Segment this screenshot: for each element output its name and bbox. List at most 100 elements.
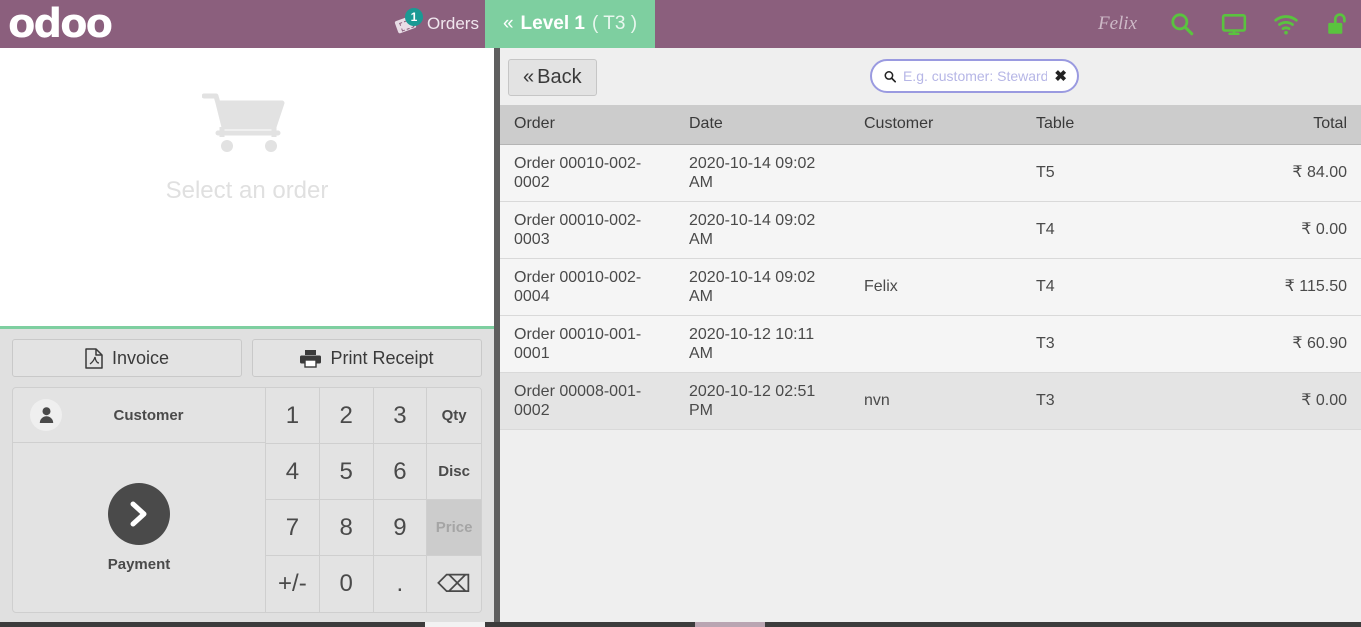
table-row[interactable]: Order 00010-002-0002 2020-10-14 09:02 AM…	[500, 144, 1361, 201]
numpad-key-3[interactable]: 3	[374, 388, 428, 444]
top-bar: odoo 1 Orders « Level 1 ( T3 ) Felix	[0, 0, 1361, 48]
cell-total: ₹ 84.00	[1202, 144, 1361, 201]
orders-table: Order Date Customer Table Total Order 00…	[500, 105, 1361, 430]
orders-table-body: Order 00010-002-0002 2020-10-14 09:02 AM…	[500, 144, 1361, 429]
print-receipt-button[interactable]: Print Receipt	[252, 339, 482, 377]
chevron-right-icon	[126, 500, 152, 528]
unlock-icon[interactable]	[1325, 11, 1351, 37]
order-list-panel: « Back ✖ Order Date Customer Table Total	[500, 48, 1361, 627]
topbar-right-group: Felix	[1098, 0, 1351, 48]
cell-total: ₹ 0.00	[1202, 201, 1361, 258]
payment-button[interactable]: Payment	[13, 443, 265, 612]
numpad-key-2[interactable]: 2	[320, 388, 374, 444]
cell-table: T4	[1022, 258, 1202, 315]
numpad-key-4[interactable]: 4	[266, 444, 320, 500]
odoo-logo[interactable]: odoo	[8, 4, 111, 44]
empty-order-placeholder: Select an order	[0, 48, 494, 326]
taskbar-segment	[695, 622, 765, 627]
order-search-box[interactable]: ✖	[870, 59, 1079, 93]
orders-icon: 1	[396, 12, 420, 36]
cell-date: 2020-10-14 09:02 AM	[675, 258, 850, 315]
table-row[interactable]: Order 00010-002-0004 2020-10-14 09:02 AM…	[500, 258, 1361, 315]
printer-icon	[300, 349, 321, 368]
cell-date: 2020-10-14 09:02 AM	[675, 201, 850, 258]
person-icon	[30, 399, 62, 431]
cell-order: Order 00010-002-0002	[500, 144, 675, 201]
customer-button[interactable]: Customer	[13, 388, 265, 443]
numpad-key-sign[interactable]: +/-	[266, 556, 320, 612]
cell-table: T4	[1022, 201, 1202, 258]
cell-date: 2020-10-14 09:02 AM	[675, 144, 850, 201]
numpad-key-price[interactable]: Price	[427, 500, 481, 556]
empty-order-content: Select an order	[0, 93, 494, 205]
level-tab-name: Level 1	[521, 13, 585, 35]
taskbar-segment	[425, 622, 485, 627]
table-row[interactable]: Order 00010-002-0003 2020-10-14 09:02 AM…	[500, 201, 1361, 258]
order-list-toolbar: « Back ✖	[500, 48, 1361, 105]
order-action-buttons: Invoice Print Receipt	[12, 339, 482, 377]
numpad-key-1[interactable]: 1	[266, 388, 320, 444]
payment-button-label: Payment	[108, 556, 171, 573]
wifi-icon[interactable]	[1273, 11, 1299, 37]
numpad-key-qty[interactable]: Qty	[427, 388, 481, 444]
empty-order-text: Select an order	[166, 177, 329, 205]
numpad-key-0[interactable]: 0	[320, 556, 374, 612]
orders-count-badge: 1	[405, 8, 423, 26]
numpad-key-5[interactable]: 5	[320, 444, 374, 500]
search-icon	[884, 69, 896, 84]
numpad-key-decimal[interactable]: .	[374, 556, 428, 612]
table-header-row: Order Date Customer Table Total	[500, 105, 1361, 144]
clear-x-icon[interactable]: ✖	[1054, 67, 1067, 85]
cell-customer	[850, 144, 1022, 201]
column-header-order[interactable]: Order	[500, 105, 675, 144]
cell-date: 2020-10-12 02:51 PM	[675, 372, 850, 429]
table-row[interactable]: Order 00008-001-0002 2020-10-12 02:51 PM…	[500, 372, 1361, 429]
table-row[interactable]: Order 00010-001-0001 2020-10-12 10:11 AM…	[500, 315, 1361, 372]
numpad-area: Customer Payment 1 2 3 Qty 4 5	[12, 387, 482, 613]
cell-order: Order 00010-001-0001	[500, 315, 675, 372]
cell-customer: Felix	[850, 258, 1022, 315]
tab-level-1[interactable]: « Level 1 ( T3 )	[485, 0, 655, 48]
search-icon[interactable]	[1169, 11, 1195, 37]
search-input[interactable]	[903, 68, 1047, 84]
numpad-keys: 1 2 3 Qty 4 5 6 Disc 7 8 9 Price +/- 0 .…	[266, 388, 481, 612]
cell-order: Order 00010-002-0004	[500, 258, 675, 315]
order-actions-pane: Invoice Print Receipt	[0, 329, 494, 627]
user-name: Felix	[1098, 13, 1137, 35]
column-header-date[interactable]: Date	[675, 105, 850, 144]
numpad-key-8[interactable]: 8	[320, 500, 374, 556]
numpad-key-6[interactable]: 6	[374, 444, 428, 500]
invoice-button[interactable]: Invoice	[12, 339, 242, 377]
numpad-left-column: Customer Payment	[13, 388, 266, 612]
orders-label: Orders	[427, 14, 479, 34]
browser-taskbar-strip	[0, 622, 1361, 627]
orders-button[interactable]: 1 Orders	[390, 0, 485, 48]
cell-total: ₹ 0.00	[1202, 372, 1361, 429]
backspace-icon[interactable]: ⌫	[427, 556, 481, 612]
cell-customer	[850, 201, 1022, 258]
payment-circle	[108, 483, 170, 545]
topbar-center-group: 1 Orders « Level 1 ( T3 )	[390, 0, 655, 48]
cell-customer: nvn	[850, 372, 1022, 429]
invoice-button-label: Invoice	[112, 348, 169, 369]
back-button[interactable]: « Back	[508, 59, 597, 96]
order-panel: Select an order Invoice Print Receipt	[0, 48, 494, 627]
monitor-icon[interactable]	[1221, 11, 1247, 37]
back-button-label: Back	[537, 66, 581, 89]
numpad-key-9[interactable]: 9	[374, 500, 428, 556]
person-glyph-icon	[39, 407, 54, 423]
level-tab-table: ( T3 )	[592, 13, 637, 35]
chevron-double-left-icon: «	[523, 66, 534, 89]
chevron-double-left-icon: «	[503, 13, 514, 35]
cell-customer	[850, 315, 1022, 372]
customer-button-label: Customer	[62, 407, 235, 424]
column-header-table[interactable]: Table	[1022, 105, 1202, 144]
cell-table: T5	[1022, 144, 1202, 201]
cell-total: ₹ 115.50	[1202, 258, 1361, 315]
cell-order: Order 00010-002-0003	[500, 201, 675, 258]
numpad-key-disc[interactable]: Disc	[427, 444, 481, 500]
column-header-total[interactable]: Total	[1202, 105, 1361, 144]
numpad-key-7[interactable]: 7	[266, 500, 320, 556]
cell-order: Order 00008-001-0002	[500, 372, 675, 429]
column-header-customer[interactable]: Customer	[850, 105, 1022, 144]
